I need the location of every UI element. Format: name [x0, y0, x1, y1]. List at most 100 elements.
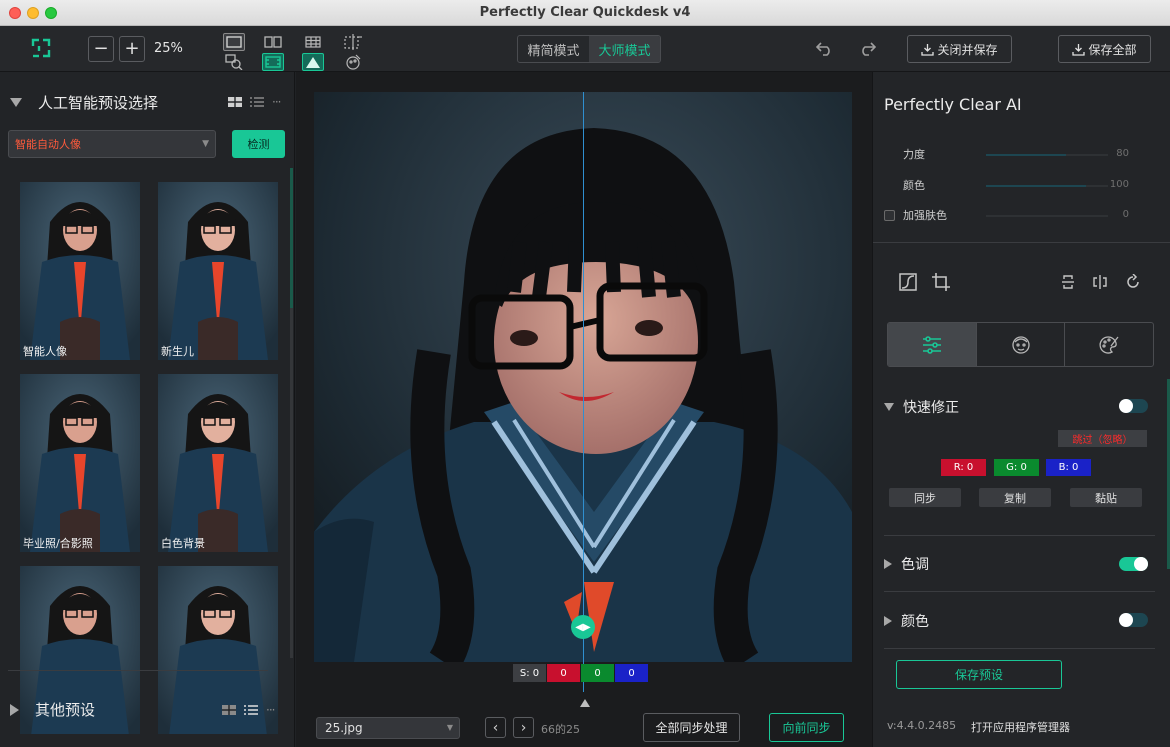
- preset-thumbnail[interactable]: 智能人像: [20, 182, 140, 360]
- sync-all-button[interactable]: 全部同步处理: [643, 713, 740, 742]
- page-counter: 66的25: [541, 723, 580, 736]
- slider-fill: [986, 154, 1067, 156]
- section-divider: [8, 670, 268, 671]
- copy-button[interactable]: 复制: [979, 488, 1051, 507]
- next-image-button[interactable]: ›: [513, 717, 534, 738]
- list-view-icon[interactable]: [244, 705, 258, 715]
- split-divider[interactable]: [583, 92, 584, 692]
- list-view-icon[interactable]: [250, 97, 264, 107]
- paste-button[interactable]: 黏贴: [1070, 488, 1142, 507]
- close-and-save-button[interactable]: 关闭并保存: [907, 35, 1012, 63]
- more-options-icon[interactable]: ···: [266, 703, 276, 717]
- tone-title: 色调: [901, 557, 929, 573]
- master-mode-tab[interactable]: 大师模式: [589, 36, 660, 62]
- zoom-out-button[interactable]: −: [88, 36, 114, 62]
- color-readout: S: 0 0 0 0: [513, 664, 648, 682]
- palette-compare-icon[interactable]: [342, 53, 364, 71]
- save-all-button[interactable]: 保存全部: [1058, 35, 1151, 63]
- ai-presets-header[interactable]: 人工智能预设选择: [10, 92, 158, 113]
- slider-track[interactable]: [986, 215, 1108, 217]
- ai-preset-dropdown[interactable]: 智能自动人像 ▼: [8, 130, 216, 158]
- ai-presets-title: 人工智能预设选择: [38, 94, 159, 112]
- ai-panel-title: Perfectly Clear AI: [884, 95, 1022, 114]
- blue-value[interactable]: B: 0: [1046, 459, 1091, 476]
- toggle-knob: [1119, 613, 1133, 627]
- dropdown-caret-icon: ▼: [202, 139, 209, 149]
- single-view-icon[interactable]: [223, 33, 245, 51]
- tone-header[interactable]: 色调: [884, 554, 929, 574]
- redo-icon[interactable]: [857, 38, 877, 58]
- toggle-knob: [1119, 399, 1133, 413]
- detect-button[interactable]: 检测: [232, 130, 285, 158]
- preset-scrollbar-thumb[interactable]: [290, 168, 293, 308]
- app-logo-icon[interactable]: [30, 37, 52, 59]
- skin-tone-checkbox[interactable]: [884, 210, 895, 221]
- adjustments-panel: Perfectly Clear AI 力度 80 颜色 100 加强肤色 0 快…: [872, 72, 1170, 747]
- portrait-thumbnail-image: [158, 182, 278, 360]
- curves-icon[interactable]: [897, 271, 919, 293]
- preset-thumbnail[interactable]: 新生儿: [158, 182, 278, 360]
- tab-adjustments[interactable]: [888, 323, 977, 366]
- other-presets-header[interactable]: 其他预设: [10, 699, 95, 720]
- preset-thumbnail[interactable]: 毕业照/合影照: [20, 374, 140, 552]
- tab-face[interactable]: [977, 323, 1066, 366]
- magnify-view-icon[interactable]: [223, 53, 245, 71]
- more-options-icon[interactable]: ···: [272, 95, 282, 109]
- slider-value: 100: [1109, 179, 1129, 190]
- tab-creative[interactable]: [1065, 323, 1153, 366]
- preset-thumbnail-grid: 智能人像 新生儿 毕业照/合影照 白色背景: [0, 168, 289, 734]
- slider-value: 0: [1122, 209, 1129, 220]
- previous-image-button[interactable]: ‹: [485, 717, 506, 738]
- face-icon: [1011, 335, 1030, 354]
- preset-thumbnail[interactable]: 白色背景: [158, 374, 278, 552]
- collapse-icon: [10, 98, 22, 107]
- sync-button[interactable]: 同步: [889, 488, 961, 507]
- title-bar: Perfectly Clear Quickdesk v4: [0, 0, 1170, 26]
- zoom-level: 25%: [154, 41, 183, 56]
- expand-icon: [10, 703, 19, 716]
- green-value[interactable]: G: 0: [994, 459, 1039, 476]
- section-divider: [884, 591, 1155, 592]
- filmstrip-toggle-icon[interactable]: [580, 699, 590, 707]
- slider-label: 力度: [903, 148, 925, 161]
- side-by-side-view-icon[interactable]: [262, 33, 284, 51]
- crop-icon[interactable]: [930, 271, 952, 293]
- split-handle-icon[interactable]: ◀▶: [571, 615, 595, 639]
- flip-horizontal-icon[interactable]: [1089, 271, 1111, 293]
- color-slider[interactable]: 颜色 100: [873, 175, 1170, 195]
- warning-overlay-icon[interactable]: [302, 53, 324, 71]
- tone-toggle[interactable]: [1119, 557, 1148, 571]
- split-view-icon[interactable]: [262, 53, 284, 71]
- expand-icon: [884, 616, 892, 626]
- ai-presets-view-controls: ···: [228, 95, 282, 109]
- skip-button[interactable]: 跳过（忽略）: [1058, 430, 1147, 447]
- color-header[interactable]: 颜色: [884, 611, 929, 631]
- flip-vertical-icon[interactable]: [1057, 271, 1079, 293]
- simple-mode-tab[interactable]: 精简模式: [518, 36, 589, 62]
- slider-fill: [986, 185, 1087, 187]
- dropdown-caret-icon: ▼: [446, 723, 453, 732]
- grid-view-icon[interactable]: [228, 97, 242, 107]
- adjustment-tabs: [887, 322, 1154, 367]
- sync-forward-button[interactable]: 向前同步: [769, 713, 844, 742]
- rotate-icon[interactable]: [1122, 271, 1144, 293]
- preset-label: 新生儿: [161, 345, 194, 358]
- undo-icon[interactable]: [815, 38, 835, 58]
- open-manager-link[interactable]: 打开应用程序管理器: [971, 719, 1070, 735]
- color-toggle[interactable]: [1119, 613, 1148, 627]
- portrait-thumbnail-image: [20, 374, 140, 552]
- mode-switcher: 精简模式 大师模式: [517, 35, 661, 63]
- strength-slider[interactable]: 力度 80: [873, 144, 1170, 164]
- other-presets-title: 其他预设: [35, 701, 96, 719]
- skin-tone-slider[interactable]: 加强肤色 0: [873, 205, 1170, 225]
- grid-view-icon[interactable]: [222, 705, 236, 715]
- red-value[interactable]: R: 0: [941, 459, 986, 476]
- zoom-in-button[interactable]: +: [119, 36, 145, 62]
- quick-fix-toggle[interactable]: [1119, 399, 1148, 413]
- preset-label: 毕业照/合影照: [23, 537, 93, 550]
- quick-fix-header[interactable]: 快速修正: [884, 397, 959, 417]
- save-preset-button[interactable]: 保存预设: [896, 660, 1062, 689]
- grid-view-icon[interactable]: [302, 33, 324, 51]
- file-dropdown[interactable]: 25.jpg ▼: [316, 717, 460, 739]
- crop-compare-icon[interactable]: [342, 33, 364, 51]
